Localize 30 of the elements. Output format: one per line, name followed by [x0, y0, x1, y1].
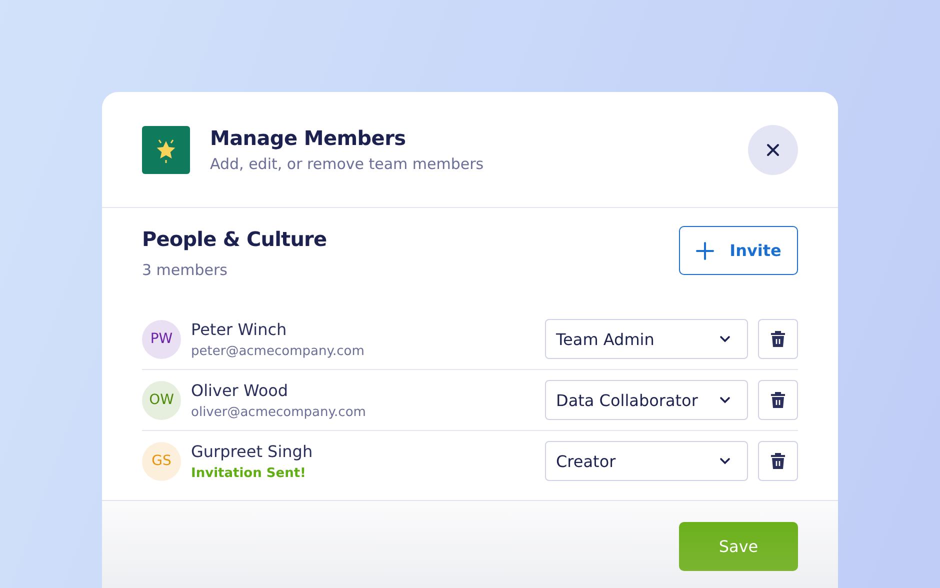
member-email: peter@acmecompany.com — [191, 344, 366, 358]
trash-icon — [770, 330, 786, 348]
plus-icon — [696, 242, 714, 260]
delete-button[interactable] — [758, 441, 798, 481]
dialog-subtitle: Add, edit, or remove team members — [210, 155, 485, 173]
chevron-down-icon — [719, 396, 731, 404]
member-name: Peter Winch — [191, 320, 288, 338]
member-email: oliver@acmecompany.com — [191, 404, 367, 420]
invitation-status: Invitation Sent! — [191, 466, 307, 480]
member-name: Gurpreet Singh — [191, 442, 314, 460]
team-name: People & Culture — [142, 227, 327, 251]
role-select[interactable]: Data Collaborator — [545, 380, 748, 420]
invite-button[interactable]: Invite — [679, 226, 798, 275]
delete-button[interactable] — [758, 319, 798, 359]
member-count: 3 members — [142, 261, 228, 279]
role-select[interactable]: Creator — [545, 441, 748, 481]
role-select[interactable]: Team Admin — [545, 319, 748, 359]
close-icon — [766, 142, 780, 156]
trash-icon — [770, 391, 786, 409]
avatar: PW — [142, 320, 181, 358]
member-name: Oliver Wood — [191, 380, 290, 400]
chevron-down-icon — [719, 335, 731, 343]
chevron-down-icon — [719, 457, 731, 465]
dialog-title: Manage Members — [210, 126, 407, 150]
trash-icon — [770, 452, 786, 470]
close-button[interactable] — [748, 124, 798, 174]
star-logo-icon — [142, 126, 190, 174]
avatar: OW — [142, 380, 181, 420]
avatar: GS — [142, 442, 181, 480]
delete-button[interactable] — [758, 380, 798, 420]
